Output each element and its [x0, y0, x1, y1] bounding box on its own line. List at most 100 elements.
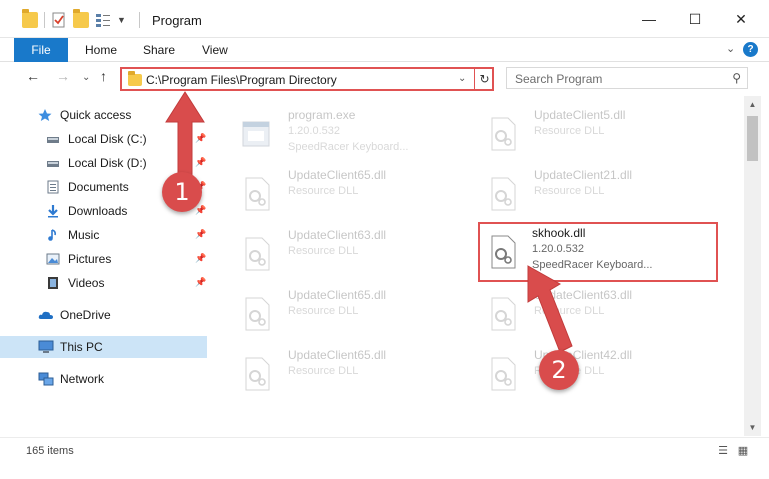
search-input[interactable]: Search Program ⚲ — [506, 67, 748, 89]
details-view-icon[interactable]: ☰ — [716, 444, 730, 458]
file-item[interactable]: UpdateClient5.dll Resource DLL — [476, 104, 696, 160]
scroll-down-icon[interactable]: ▼ — [744, 419, 761, 436]
file-name: UpdateClient5.dll — [534, 108, 626, 122]
customize-toolbar-icon[interactable]: ▼ — [117, 12, 133, 28]
dll-file-icon — [486, 116, 520, 152]
music-icon — [46, 228, 60, 242]
file-type: Resource DLL — [288, 185, 359, 197]
address-path[interactable]: C:\Program Files\Program Directory — [146, 73, 337, 87]
nav-item-videos[interactable]: Videos 📌 — [0, 272, 207, 294]
expand-ribbon-icon[interactable]: ⌄ — [726, 42, 735, 55]
minimize-button[interactable]: — — [626, 0, 672, 38]
file-item-skhook[interactable]: skhook.dll 1.20.0.532 SpeedRacer Keyboar… — [478, 222, 718, 282]
file-item[interactable]: UpdateClient63.dll Resource DLL — [476, 284, 696, 340]
file-item[interactable]: UpdateClient21.dll Resource DLL — [476, 164, 696, 220]
nav-item-pictures[interactable]: Pictures 📌 — [0, 248, 207, 270]
file-name: UpdateClient65.dll — [288, 288, 387, 302]
large-icons-view-icon[interactable]: ▦ — [736, 444, 750, 458]
view-options-icon[interactable] — [95, 12, 111, 28]
folder-icon — [128, 71, 142, 86]
nav-item-label: Quick access — [60, 108, 132, 122]
downloads-icon — [46, 204, 60, 218]
nav-item-label: Local Disk (D:) — [68, 156, 147, 170]
file-description: SpeedRacer Keyboard... — [288, 141, 409, 153]
window-title: Program — [152, 13, 202, 28]
recent-locations-icon[interactable]: ⌄ — [82, 72, 90, 83]
file-item[interactable]: program.exe 1.20.0.532 SpeedRacer Keyboa… — [230, 104, 450, 160]
network-icon — [38, 372, 54, 386]
quick-access-toolbar: ▼ — [22, 9, 140, 28]
nav-item-label: OneDrive — [60, 308, 111, 322]
nav-item-label: Downloads — [68, 204, 128, 218]
exe-file-icon — [240, 116, 274, 152]
nav-item-onedrive[interactable]: OneDrive — [0, 304, 207, 326]
file-name: UpdateClient63.dll — [288, 228, 387, 242]
pin-icon: 📌 — [195, 205, 207, 215]
new-folder-icon[interactable] — [73, 9, 89, 28]
tab-view[interactable]: View — [202, 38, 228, 62]
tab-file[interactable]: File — [14, 38, 68, 62]
scroll-up-icon[interactable]: ▲ — [744, 96, 761, 113]
file-item[interactable]: UpdateClient65.dll Resource DLL — [230, 284, 450, 340]
file-type: Resource DLL — [288, 365, 359, 377]
file-type: Resource DLL — [534, 125, 605, 137]
pin-icon: 📌 — [195, 253, 207, 263]
address-row: ← → ⌄ ↑ C:\Program Files\Program Directo… — [0, 62, 769, 94]
status-bar: 165 items ☰ ▦ — [0, 437, 769, 479]
nav-item-network[interactable]: Network — [0, 368, 207, 390]
cloud-icon — [38, 308, 53, 322]
forward-icon[interactable]: → — [56, 68, 70, 84]
properties-icon[interactable] — [51, 12, 67, 28]
file-name: UpdateClient21.dll — [534, 168, 633, 182]
nav-item-label: Pictures — [68, 252, 112, 266]
tab-home[interactable]: Home — [85, 38, 117, 62]
dll-file-icon — [486, 296, 520, 332]
dll-file-icon — [240, 176, 274, 212]
file-item[interactable]: UpdateClient42.dll Resource DLL — [476, 344, 696, 400]
documents-icon — [46, 180, 60, 194]
maximize-button[interactable]: ☐ — [672, 0, 718, 38]
file-type: Resource DLL — [534, 185, 605, 197]
toolbar-divider — [44, 12, 45, 28]
vertical-scrollbar[interactable]: ▲ ▼ — [744, 96, 761, 436]
dll-file-icon — [240, 296, 274, 332]
close-button[interactable]: ✕ — [718, 0, 764, 38]
annotation-arrow-2 — [527, 265, 573, 353]
chevron-down-icon[interactable]: ⌄ — [458, 73, 466, 84]
file-item[interactable]: UpdateClient63.dll Resource DLL — [230, 224, 450, 280]
tab-share[interactable]: Share — [143, 38, 175, 62]
file-name: UpdateClient65.dll — [288, 348, 387, 362]
file-item[interactable]: UpdateClient65.dll Resource DLL — [230, 164, 450, 220]
nav-item-label: Network — [60, 372, 105, 386]
nav-item-label: Videos — [68, 276, 105, 290]
file-type: Resource DLL — [288, 245, 359, 257]
dll-file-icon — [486, 234, 520, 270]
file-type: Resource DLL — [288, 305, 359, 317]
star-icon — [38, 108, 52, 122]
scroll-thumb[interactable] — [747, 116, 758, 161]
item-count: 165 items — [26, 445, 74, 457]
folder-icon[interactable] — [22, 9, 38, 28]
search-icon[interactable]: ⚲ — [732, 71, 741, 85]
file-name: skhook.dll — [532, 226, 586, 240]
drive-icon — [46, 132, 60, 146]
pin-icon: 📌 — [195, 229, 207, 239]
nav-item-this-pc[interactable]: This PC — [0, 336, 207, 358]
file-version: 1.20.0.532 — [288, 125, 340, 137]
refresh-icon[interactable]: ↻ — [474, 69, 494, 89]
dll-file-icon — [240, 236, 274, 272]
drive-icon — [46, 156, 60, 170]
pin-icon: 📌 — [195, 277, 207, 287]
file-version: 1.20.0.532 — [532, 243, 584, 255]
toolbar-divider — [139, 12, 140, 28]
up-icon[interactable]: ↑ — [100, 68, 107, 84]
help-icon[interactable]: ? — [743, 42, 758, 57]
nav-item-music[interactable]: Music 📌 — [0, 224, 207, 246]
file-item[interactable]: UpdateClient65.dll Resource DLL — [230, 344, 450, 400]
videos-icon — [46, 276, 60, 290]
nav-item-label: Local Disk (C:) — [68, 132, 147, 146]
dll-file-icon — [486, 176, 520, 212]
file-list: program.exe 1.20.0.532 SpeedRacer Keyboa… — [212, 96, 744, 436]
back-icon[interactable]: ← — [26, 68, 40, 84]
dll-file-icon — [486, 356, 520, 392]
